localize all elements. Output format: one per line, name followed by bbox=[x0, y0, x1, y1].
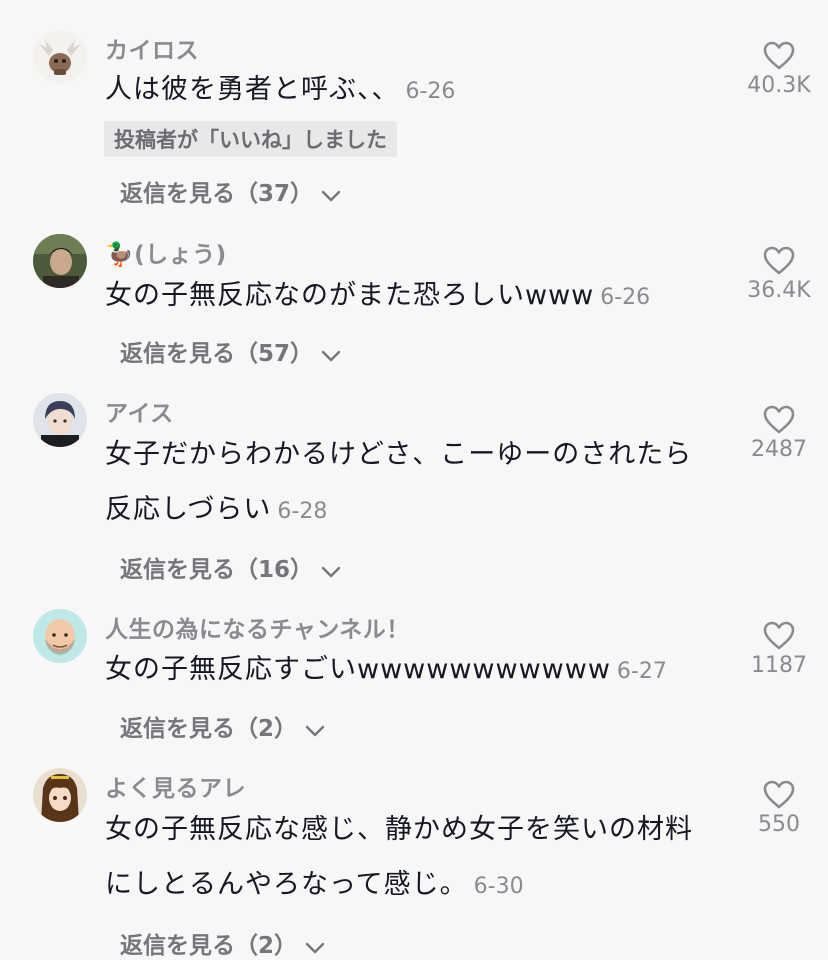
like-count: 1187 bbox=[751, 653, 807, 678]
view-replies-button[interactable]: 返信を見る（57） bbox=[120, 334, 341, 368]
comment-body: 女の子無反応なのがまた恐ろしいwww bbox=[105, 280, 595, 311]
like-count: 36.4K bbox=[747, 278, 811, 303]
comment-body: 女子だからわかるけどさ、こーゆーのされたら反応しづらい bbox=[105, 439, 693, 525]
view-replies-button[interactable]: 返信を見る（2） bbox=[120, 709, 325, 743]
heart-outline-icon bbox=[744, 41, 814, 71]
like-count: 40.3K bbox=[747, 73, 811, 98]
view-replies-button[interactable]: 返信を見る（16） bbox=[120, 550, 341, 584]
chevron-down-icon bbox=[305, 717, 325, 743]
like-button[interactable]: 550 bbox=[744, 780, 814, 837]
comment-text: 女子だからわかるけどさ、こーゆーのされたら反応しづらい 6-28 bbox=[105, 427, 715, 539]
comment-date: 6-27 bbox=[616, 659, 667, 684]
view-replies-label: 返信を見る（57） bbox=[120, 341, 314, 367]
comment-text: 女の子無反応な感じ、静かめ女子を笑いの材料にしとるんやろなって感じ。 6-30 bbox=[105, 802, 715, 914]
bald-man-avatar-icon bbox=[33, 609, 87, 663]
comment-date: 6-26 bbox=[600, 285, 651, 310]
like-button[interactable]: 1187 bbox=[744, 621, 814, 678]
username[interactable]: カイロス bbox=[105, 31, 199, 65]
username[interactable]: アイス bbox=[105, 394, 174, 428]
username[interactable]: 🦆(しょう) bbox=[105, 235, 227, 269]
anime-boy-avatar-icon bbox=[33, 393, 87, 447]
chevron-down-icon bbox=[321, 342, 341, 368]
view-replies-label: 返信を見る（16） bbox=[120, 557, 314, 583]
chevron-down-icon bbox=[321, 558, 341, 584]
avatar[interactable] bbox=[33, 234, 87, 288]
avatar[interactable] bbox=[33, 768, 87, 822]
like-count: 2487 bbox=[751, 437, 807, 462]
like-button[interactable]: 2487 bbox=[744, 405, 814, 462]
view-replies-label: 返信を見る（37） bbox=[120, 181, 314, 207]
heart-outline-icon bbox=[744, 780, 814, 810]
username[interactable]: よく見るアレ bbox=[105, 769, 246, 803]
view-replies-button[interactable]: 返信を見る（2） bbox=[120, 926, 325, 960]
avatar[interactable] bbox=[33, 393, 87, 447]
comment-text: 人は彼を勇者と呼ぶ、、 6-26 bbox=[105, 62, 715, 119]
avatar[interactable] bbox=[33, 30, 87, 84]
comment-body: 女の子無反応すごいwwwwwwwwwww bbox=[105, 654, 611, 685]
view-replies-label: 返信を見る（2） bbox=[120, 716, 298, 742]
heart-outline-icon bbox=[744, 405, 814, 435]
like-button[interactable]: 40.3K bbox=[744, 41, 814, 98]
heart-outline-icon bbox=[744, 246, 814, 276]
avatar[interactable] bbox=[33, 609, 87, 663]
heart-outline-icon bbox=[744, 621, 814, 651]
comment-date: 6-28 bbox=[277, 499, 328, 524]
view-replies-label: 返信を見る（2） bbox=[120, 933, 298, 959]
comment-date: 6-26 bbox=[405, 79, 456, 104]
like-button[interactable]: 36.4K bbox=[744, 246, 814, 303]
comment-date: 6-30 bbox=[473, 874, 524, 899]
monster-avatar-icon bbox=[33, 30, 87, 84]
chevron-down-icon bbox=[305, 934, 325, 960]
username[interactable]: 人生の為になるチャンネル！ bbox=[105, 610, 410, 644]
comment-body: 女の子無反応な感じ、静かめ女子を笑いの材料にしとるんやろなって感じ。 bbox=[105, 814, 693, 900]
comment-text: 女の子無反応すごいwwwwwwwwwww 6-27 bbox=[105, 642, 715, 699]
person-photo-avatar-icon bbox=[33, 234, 87, 288]
view-replies-button[interactable]: 返信を見る（37） bbox=[120, 174, 341, 208]
chevron-down-icon bbox=[321, 182, 341, 208]
comment-text: 女の子無反応なのがまた恐ろしいwww 6-26 bbox=[105, 268, 715, 325]
creator-liked-badge: 投稿者が「いいね」しました bbox=[104, 121, 397, 157]
comment-body: 人は彼を勇者と呼ぶ、、 bbox=[105, 74, 400, 105]
anime-girl-avatar-icon bbox=[33, 768, 87, 822]
like-count: 550 bbox=[758, 812, 800, 837]
